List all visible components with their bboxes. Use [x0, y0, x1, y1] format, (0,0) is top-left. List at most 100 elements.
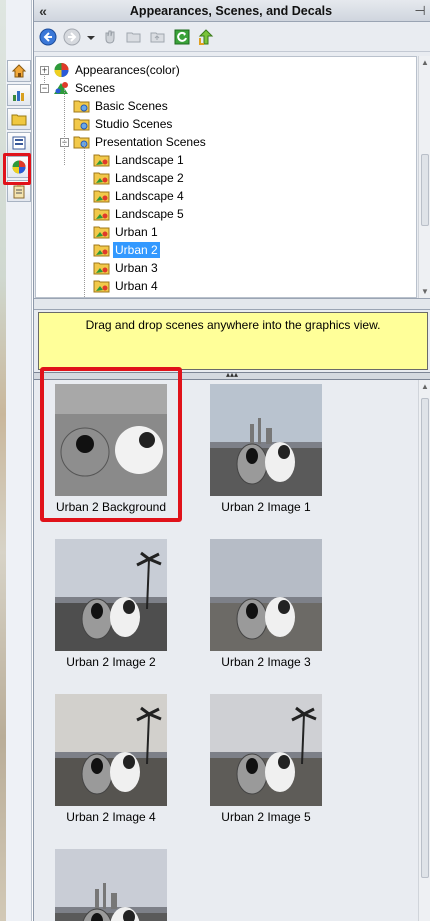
tree-item[interactable]: − Scenes	[40, 79, 117, 97]
collapse-panel-button[interactable]: «	[34, 3, 52, 19]
tree-item[interactable]: Urban 1	[80, 223, 160, 241]
appearances-icon	[12, 160, 26, 174]
gallery-scroll-thumb[interactable]	[421, 398, 429, 878]
panel-toolbar	[34, 22, 430, 52]
tree-item[interactable]: + Appearances(color)	[40, 61, 182, 79]
tree-item-label: Urban 3	[115, 261, 158, 275]
tree-item[interactable]: Urban 3	[80, 259, 160, 277]
open-folder-icon	[126, 32, 141, 42]
history-dropdown[interactable]	[86, 27, 96, 47]
home-icon	[11, 64, 27, 78]
dropdown-arrow-icon	[87, 35, 95, 40]
tree-scrollbar[interactable]: ▲ ▼	[418, 56, 430, 298]
clipboard-icon	[13, 184, 25, 199]
scene-preview-image	[210, 539, 322, 651]
tree-splitter[interactable]	[34, 298, 430, 310]
tree-item-label: Landscape 4	[115, 189, 184, 203]
pan-button[interactable]	[100, 27, 120, 47]
scene-file-icon	[93, 152, 110, 168]
appearances-tab[interactable]	[7, 156, 31, 178]
up-level-icon	[198, 28, 214, 45]
scene-folder-icon	[73, 116, 90, 132]
scene-thumbnail[interactable]: Urban 2 Image 5	[201, 694, 331, 824]
open-folder-button[interactable]	[124, 27, 144, 47]
scene-preview-image	[55, 849, 167, 921]
gallery-scroll-up-icon[interactable]: ▲	[421, 382, 429, 391]
scene-preview-image	[55, 694, 167, 806]
tree-item-label: Landscape 1	[115, 153, 184, 167]
gallery-scrollbar[interactable]: ▲	[418, 380, 430, 921]
back-button[interactable]	[38, 27, 58, 47]
scroll-up-icon[interactable]: ▲	[421, 58, 429, 67]
tree-guide-line	[64, 89, 65, 165]
tree-item-label: Landscape 5	[115, 207, 184, 221]
app-root: « Appearances, Scenes, and Decals ⊣ + Ap…	[0, 0, 430, 921]
custom-properties-tab[interactable]	[7, 180, 31, 202]
back-icon	[39, 28, 57, 45]
folder-icon	[11, 114, 27, 126]
view-palette-tab[interactable]	[7, 132, 31, 154]
pan-icon	[105, 30, 115, 44]
scene-thumbnail[interactable]: Urban 2 Image 2	[46, 539, 176, 669]
tree-item[interactable]: Basic Scenes	[60, 97, 170, 115]
tree-item[interactable]: Urban 2	[80, 241, 160, 259]
tree-item[interactable]: Landscape 2	[80, 169, 186, 187]
tree-guide-line	[44, 71, 45, 85]
tree-item[interactable]: Landscape 5	[80, 205, 186, 223]
scene-thumbnail-caption: Urban 2 Image 4	[66, 810, 156, 824]
scene-thumbnail-caption: Urban 2 Background	[55, 500, 167, 514]
task-pane-tab-strip	[6, 0, 32, 921]
tree-item[interactable]: Landscape 4	[80, 187, 186, 205]
appearance-ball-icon	[53, 62, 70, 78]
tree-item[interactable]: − Presentation Scenes	[60, 133, 208, 151]
scene-thumbnail[interactable]: Urban 2 Background	[46, 384, 176, 514]
refresh-button[interactable]	[172, 27, 192, 47]
up-level-button[interactable]	[196, 27, 216, 47]
tree-item[interactable]: Studio Scenes	[60, 115, 174, 133]
tree-guide-line	[84, 143, 85, 297]
scene-thumbnail[interactable]: Urban 2 Image 3	[201, 539, 331, 669]
tree-item-label: Scenes	[75, 81, 116, 95]
scene-file-icon	[93, 260, 110, 276]
scene-preview-image	[55, 384, 167, 496]
scene-thumbnail-caption: Urban 2 Image 5	[221, 810, 311, 824]
folder-up-icon	[150, 32, 165, 42]
scene-thumbnail-caption: Urban 2 Image 2	[66, 655, 156, 669]
panel-titlebar: « Appearances, Scenes, and Decals ⊣	[34, 0, 430, 22]
appearances-panel: « Appearances, Scenes, and Decals ⊣ + Ap…	[33, 0, 430, 921]
tree-item[interactable]: Landscape 1	[80, 151, 186, 169]
tree-item-label: Presentation Scenes	[95, 135, 206, 149]
panel-title: Appearances, Scenes, and Decals	[129, 3, 333, 18]
list-icon	[12, 136, 26, 150]
tree-item-label: Landscape 2	[115, 171, 184, 185]
home-tab[interactable]	[7, 60, 31, 82]
scroll-down-icon[interactable]: ▼	[421, 287, 429, 296]
tree-item-label: Basic Scenes	[95, 99, 168, 113]
refresh-icon	[174, 29, 190, 44]
scene-thumbnail-caption: Urban 2 Image 3	[221, 655, 311, 669]
design-library-tab[interactable]	[7, 84, 31, 106]
file-explorer-tab[interactable]	[7, 108, 31, 130]
scene-folder-icon	[73, 98, 90, 114]
scene-thumbnail-caption: Urban 2 Image 1	[221, 500, 311, 514]
scene-file-icon	[93, 170, 110, 186]
tree-item[interactable]: Urban 4	[80, 277, 160, 295]
scene-folder-icon	[73, 134, 90, 150]
scene-file-icon	[93, 242, 110, 258]
tree-scroll-thumb[interactable]	[421, 154, 429, 226]
gallery-splitter[interactable]: ▴▴▴	[34, 371, 430, 380]
scene-thumbnail[interactable]	[46, 849, 176, 921]
scene-preview-image	[55, 539, 167, 651]
scene-thumbnail[interactable]: Urban 2 Image 4	[46, 694, 176, 824]
scene-preview-image	[210, 694, 322, 806]
scene-preview-image	[210, 384, 322, 496]
tree-item-label: Urban 4	[115, 279, 158, 293]
forward-button[interactable]	[62, 27, 82, 47]
scene-file-icon	[93, 188, 110, 204]
scenes-tree: + Appearances(color) − Scenes Basic Scenes St…	[35, 56, 417, 298]
scene-file-icon	[93, 206, 110, 222]
folder-up-button[interactable]	[148, 27, 168, 47]
scene-thumbnail[interactable]: Urban 2 Image 1	[201, 384, 331, 514]
tree-item-label: Appearances(color)	[75, 63, 180, 77]
pin-icon[interactable]: ⊣	[410, 3, 430, 19]
